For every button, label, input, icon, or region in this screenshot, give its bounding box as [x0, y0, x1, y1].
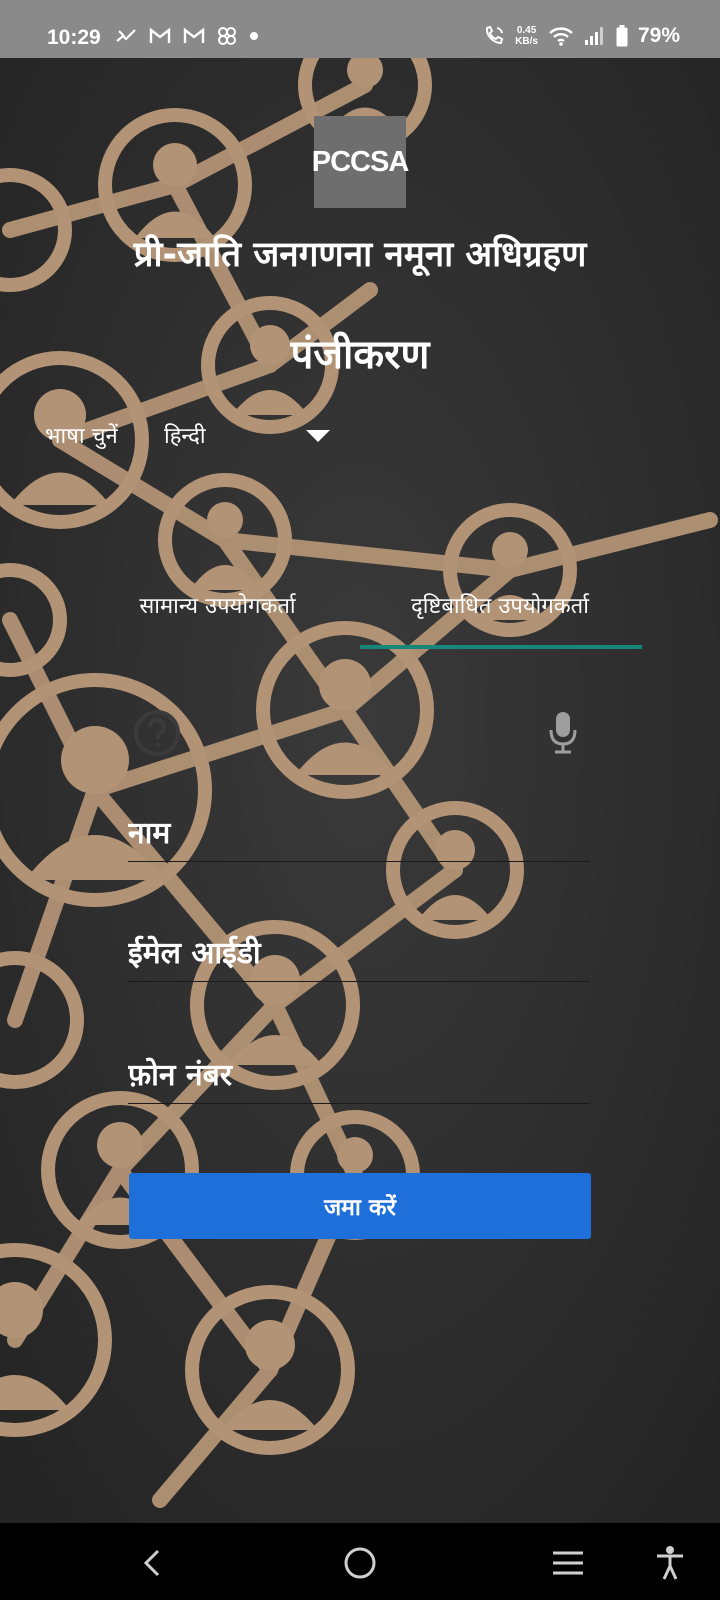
recents-icon[interactable] — [546, 1541, 590, 1585]
language-selected-value: हिन्दी — [164, 424, 206, 449]
page-heading: पंजीकरण — [290, 332, 430, 378]
dot-icon — [250, 32, 258, 40]
status-time: 10:29 — [47, 26, 101, 49]
missed-call-icon — [116, 29, 136, 42]
battery-icon — [616, 25, 628, 47]
net-speed: 0.45 KB/s — [515, 25, 538, 47]
home-icon[interactable] — [338, 1541, 382, 1585]
email-input[interactable] — [128, 920, 590, 981]
tab-normal-user[interactable]: सामान्य उपयोगकर्ता — [110, 590, 325, 620]
gmail-icon — [149, 27, 171, 43]
battery-percent: 79% — [637, 24, 680, 47]
microphone-icon[interactable] — [548, 710, 578, 756]
submit-button[interactable]: जमा करें — [129, 1173, 591, 1239]
app-logo: PCCSA — [312, 116, 409, 208]
tab-visually-impaired-user[interactable]: दृष्टिबाधित उपयोगकर्ता — [360, 590, 640, 620]
app-title: प्री-जाति जनगणना नमूना अधिग्रहण — [133, 235, 587, 275]
people-network-illustration — [0, 58, 720, 1523]
status-bar: 10:29 0.45 KB/s 79% — [0, 0, 720, 58]
email-field — [128, 920, 590, 982]
accessibility-icon[interactable] — [648, 1541, 692, 1585]
gmail-icon — [183, 27, 205, 43]
active-tab-indicator — [360, 645, 642, 649]
back-icon[interactable] — [130, 1541, 174, 1585]
system-nav-bar — [0, 1523, 720, 1600]
phone-input[interactable] — [128, 1042, 590, 1103]
name-input[interactable] — [128, 800, 590, 861]
notification-icons — [115, 26, 259, 46]
help-icon[interactable] — [132, 708, 182, 758]
pinwheel-icon — [218, 27, 236, 45]
chevron-down-icon — [306, 430, 330, 442]
phone-field — [128, 1042, 590, 1104]
background-network-image — [0, 58, 720, 1523]
signal-icon — [584, 27, 603, 45]
language-dropdown[interactable]: हिन्दी — [162, 412, 340, 456]
system-icons: 0.45 KB/s 79% — [483, 24, 680, 48]
language-label: भाषा चुनें — [45, 424, 118, 449]
name-field — [128, 800, 590, 862]
wifi-call-icon — [486, 25, 504, 45]
wifi-icon — [549, 27, 573, 46]
